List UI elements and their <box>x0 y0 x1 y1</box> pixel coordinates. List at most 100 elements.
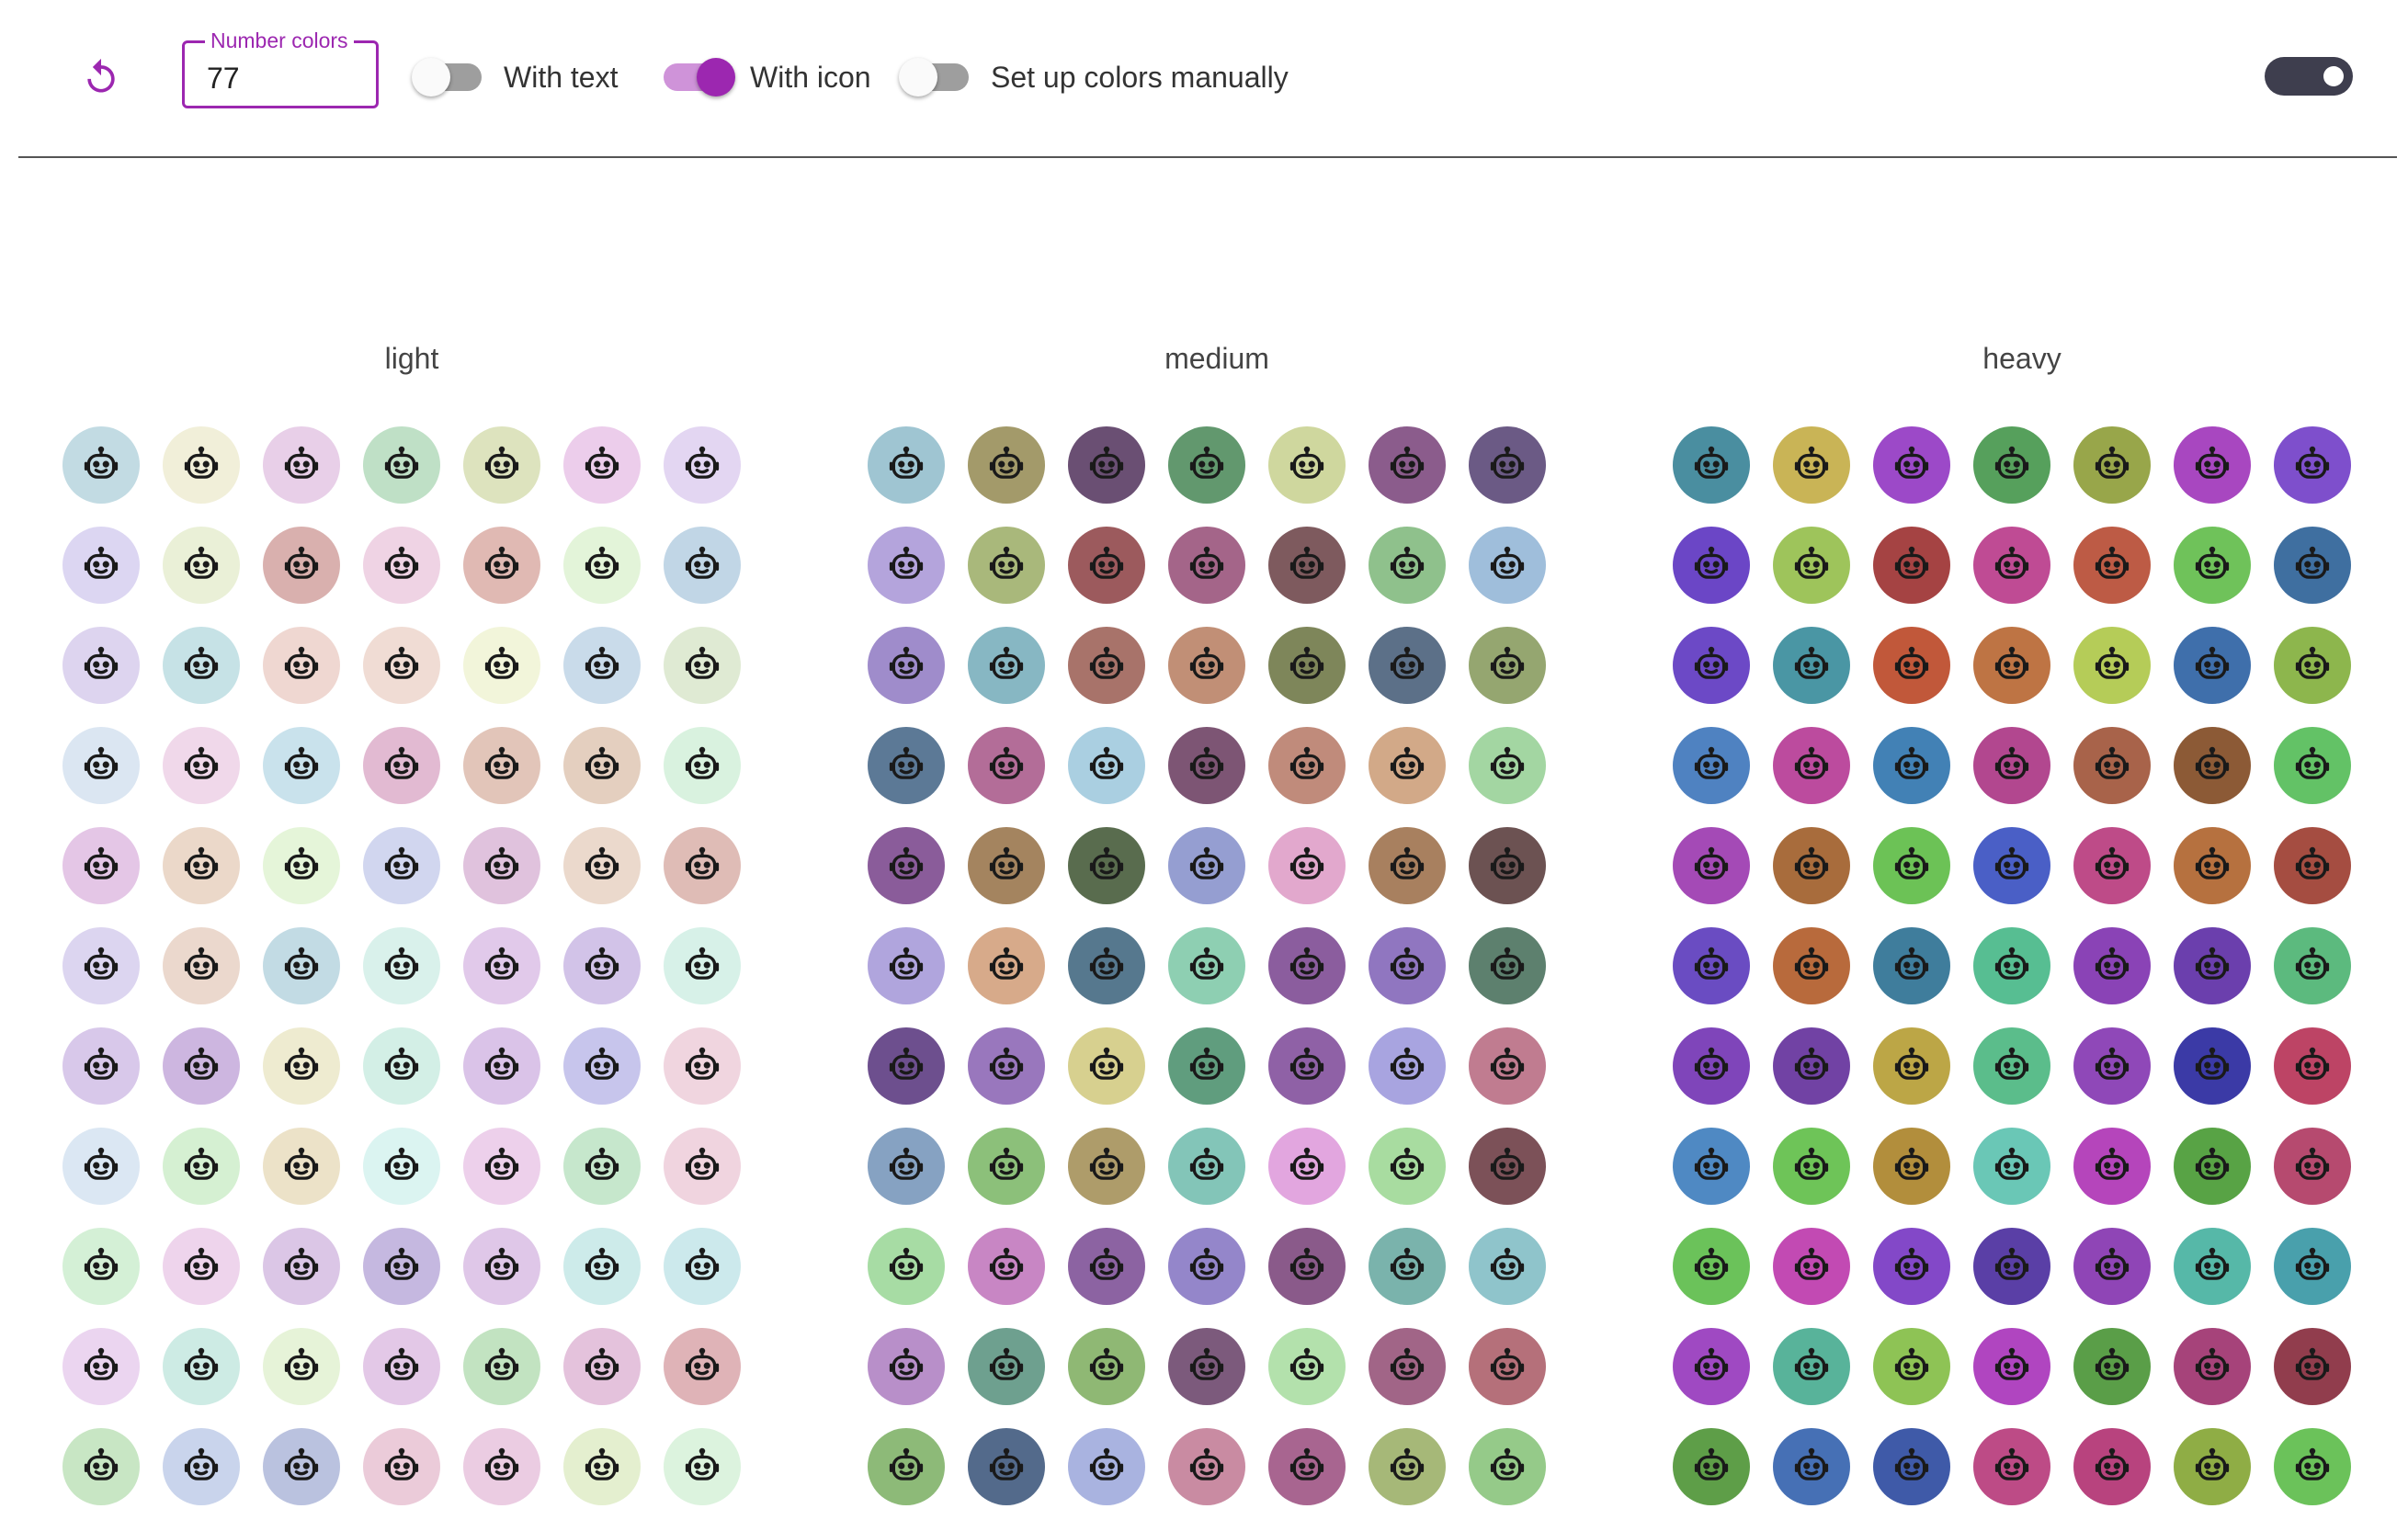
color-swatch[interactable] <box>968 527 1045 604</box>
color-swatch[interactable] <box>1673 1228 1750 1305</box>
color-swatch[interactable] <box>968 827 1045 904</box>
color-swatch[interactable] <box>563 1128 641 1205</box>
color-swatch[interactable] <box>1673 627 1750 704</box>
number-colors-value[interactable]: 77 <box>207 62 240 96</box>
color-swatch[interactable] <box>868 1328 945 1405</box>
color-swatch[interactable] <box>1369 1128 1446 1205</box>
with-icon-thumb[interactable] <box>697 58 735 96</box>
color-swatch[interactable] <box>1873 827 1950 904</box>
color-swatch[interactable] <box>62 426 140 504</box>
color-swatch[interactable] <box>1268 1428 1346 1505</box>
color-swatch[interactable] <box>363 1128 440 1205</box>
color-swatch[interactable] <box>664 1228 741 1305</box>
with-text-thumb[interactable] <box>412 58 450 96</box>
color-swatch[interactable] <box>163 426 240 504</box>
color-swatch[interactable] <box>463 1128 540 1205</box>
color-swatch[interactable] <box>463 527 540 604</box>
color-swatch[interactable] <box>1369 927 1446 1004</box>
color-swatch[interactable] <box>1469 1027 1546 1105</box>
color-swatch[interactable] <box>1469 1228 1546 1305</box>
color-swatch[interactable] <box>363 527 440 604</box>
color-swatch[interactable] <box>868 1128 945 1205</box>
color-swatch[interactable] <box>2174 1228 2251 1305</box>
color-swatch[interactable] <box>2174 727 2251 804</box>
color-swatch[interactable] <box>463 627 540 704</box>
color-swatch[interactable] <box>1469 927 1546 1004</box>
color-swatch[interactable] <box>363 727 440 804</box>
color-swatch[interactable] <box>2174 627 2251 704</box>
color-swatch[interactable] <box>2174 527 2251 604</box>
color-swatch[interactable] <box>1068 527 1145 604</box>
color-swatch[interactable] <box>163 1428 240 1505</box>
color-swatch[interactable] <box>2274 1328 2351 1405</box>
color-swatch[interactable] <box>1369 1228 1446 1305</box>
color-swatch[interactable] <box>1673 827 1750 904</box>
color-swatch[interactable] <box>868 627 945 704</box>
color-swatch[interactable] <box>1068 927 1145 1004</box>
color-swatch[interactable] <box>2073 627 2151 704</box>
color-swatch[interactable] <box>1068 1027 1145 1105</box>
color-swatch[interactable] <box>1469 1128 1546 1205</box>
color-swatch[interactable] <box>62 1128 140 1205</box>
color-swatch[interactable] <box>163 927 240 1004</box>
color-swatch[interactable] <box>2274 527 2351 604</box>
color-swatch[interactable] <box>563 927 641 1004</box>
color-swatch[interactable] <box>968 426 1045 504</box>
color-swatch[interactable] <box>62 1328 140 1405</box>
color-swatch[interactable] <box>1773 1428 1850 1505</box>
color-swatch[interactable] <box>1673 727 1750 804</box>
color-swatch[interactable] <box>1168 1228 1245 1305</box>
color-swatch[interactable] <box>2073 827 2151 904</box>
color-swatch[interactable] <box>1973 627 2050 704</box>
color-swatch[interactable] <box>2174 1027 2251 1105</box>
color-swatch[interactable] <box>163 1228 240 1305</box>
color-swatch[interactable] <box>1068 1328 1145 1405</box>
color-swatch[interactable] <box>2073 1228 2151 1305</box>
color-swatch[interactable] <box>263 827 340 904</box>
color-swatch[interactable] <box>1168 827 1245 904</box>
color-swatch[interactable] <box>2073 527 2151 604</box>
color-swatch[interactable] <box>1673 927 1750 1004</box>
color-swatch[interactable] <box>1873 1328 1950 1405</box>
color-swatch[interactable] <box>2073 426 2151 504</box>
color-swatch[interactable] <box>1873 426 1950 504</box>
color-swatch[interactable] <box>2274 1027 2351 1105</box>
color-swatch[interactable] <box>1973 1328 2050 1405</box>
color-swatch[interactable] <box>163 627 240 704</box>
color-swatch[interactable] <box>1268 627 1346 704</box>
color-swatch[interactable] <box>1469 1328 1546 1405</box>
color-swatch[interactable] <box>1673 1328 1750 1405</box>
color-swatch[interactable] <box>1469 827 1546 904</box>
color-swatch[interactable] <box>664 426 741 504</box>
color-swatch[interactable] <box>868 727 945 804</box>
color-swatch[interactable] <box>1973 1128 2050 1205</box>
theme-toggle[interactable] <box>2265 57 2353 96</box>
color-swatch[interactable] <box>1268 827 1346 904</box>
color-swatch[interactable] <box>363 1027 440 1105</box>
color-swatch[interactable] <box>1673 426 1750 504</box>
color-swatch[interactable] <box>1168 527 1245 604</box>
color-swatch[interactable] <box>1673 1027 1750 1105</box>
color-swatch[interactable] <box>463 1228 540 1305</box>
color-swatch[interactable] <box>263 627 340 704</box>
color-swatch[interactable] <box>263 727 340 804</box>
color-swatch[interactable] <box>1268 527 1346 604</box>
color-swatch[interactable] <box>1068 426 1145 504</box>
color-swatch[interactable] <box>968 1128 1045 1205</box>
color-swatch[interactable] <box>1369 1027 1446 1105</box>
color-swatch[interactable] <box>463 1328 540 1405</box>
color-swatch[interactable] <box>2274 627 2351 704</box>
color-swatch[interactable] <box>1268 727 1346 804</box>
color-swatch[interactable] <box>868 927 945 1004</box>
color-swatch[interactable] <box>1873 1428 1950 1505</box>
color-swatch[interactable] <box>163 1328 240 1405</box>
color-swatch[interactable] <box>1469 527 1546 604</box>
color-swatch[interactable] <box>1369 1328 1446 1405</box>
color-swatch[interactable] <box>62 1428 140 1505</box>
color-swatch[interactable] <box>363 426 440 504</box>
color-swatch[interactable] <box>2174 1428 2251 1505</box>
reset-button[interactable] <box>77 53 125 101</box>
color-swatch[interactable] <box>2174 1128 2251 1205</box>
color-swatch[interactable] <box>2274 1228 2351 1305</box>
color-swatch[interactable] <box>1168 1027 1245 1105</box>
